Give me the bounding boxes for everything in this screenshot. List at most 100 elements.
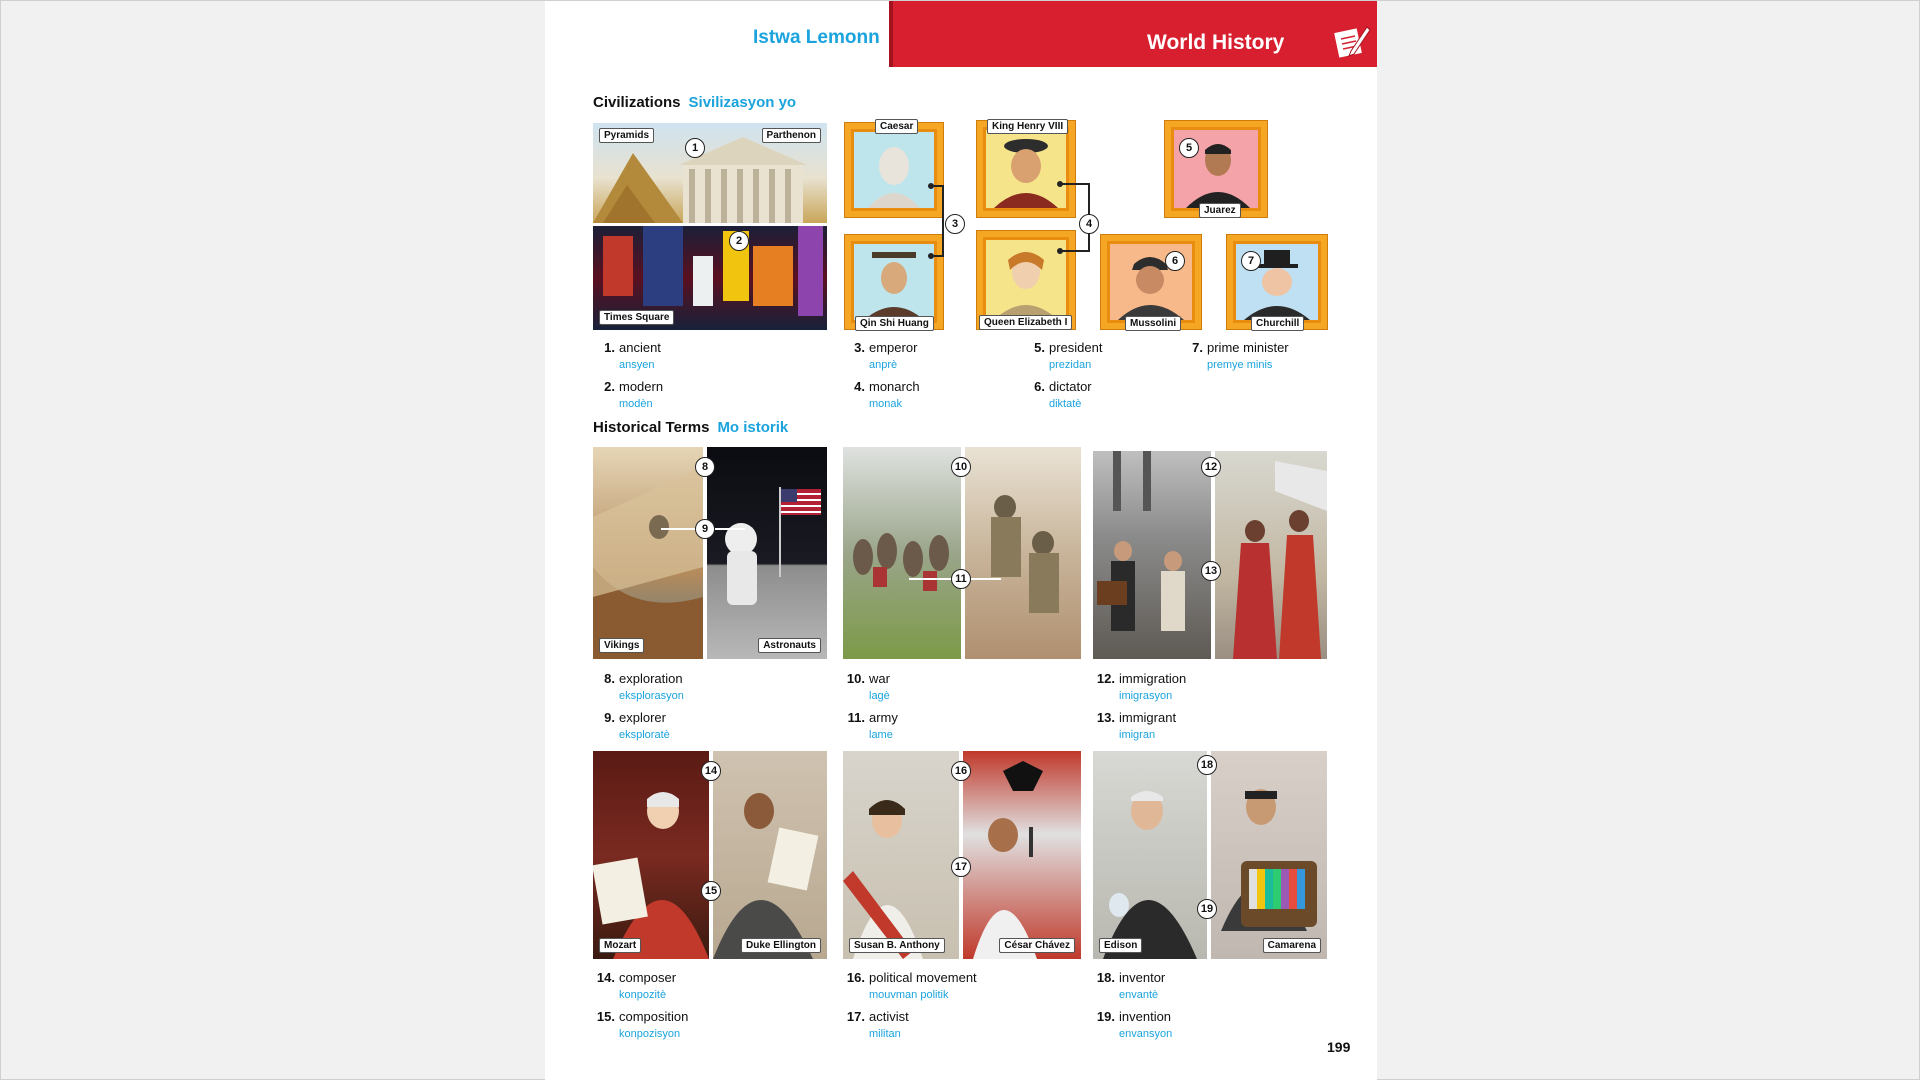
- label-churchill: Churchill: [1251, 316, 1305, 331]
- entry-number: 7.: [1192, 340, 1203, 355]
- entry-translation: modèn: [619, 398, 653, 410]
- vocab-entry-16: 16. political movement mouvman politik: [843, 970, 977, 1003]
- label-vikings: Vikings: [599, 638, 645, 653]
- callout-17: 17: [951, 857, 971, 877]
- document-viewer: Istwa Lemonn World History Civilizations…: [0, 0, 1920, 1080]
- vocab-entry-6: 6. dictator diktatè: [1023, 379, 1092, 412]
- chapter-title-translation: Istwa Lemonn: [753, 27, 880, 48]
- connector-line: [715, 528, 745, 530]
- vocab-entry-13: 13. immigrant imigran: [1093, 710, 1176, 743]
- vocab-entry-19: 19. invention envansyon: [1093, 1009, 1172, 1042]
- entry-translation: anprè: [869, 359, 898, 371]
- entry-translation: diktatè: [1049, 398, 1082, 410]
- label-cesar-chavez: César Chávez: [999, 938, 1075, 953]
- camarena-image: Camarena: [1211, 751, 1327, 959]
- entry-number: 18.: [1096, 970, 1115, 985]
- section-title-historical-terms: Historical Terms Mo istorik: [593, 419, 788, 436]
- ellington-illustration: [713, 793, 819, 959]
- vocab-entry-11: 11. army lame: [843, 710, 898, 743]
- camarena-tv-illustration: [1221, 789, 1317, 931]
- qin-illustration: [864, 252, 924, 320]
- entry-translation: lagè: [869, 690, 890, 702]
- portrait-frame-churchill: [1227, 235, 1327, 329]
- callout-7: 7: [1241, 251, 1261, 271]
- astronaut-illustration: [725, 487, 821, 605]
- entry-translation: ansyen: [619, 359, 655, 371]
- callout-11: 11: [951, 569, 971, 589]
- vocab-entry-4: 4. monarch monak: [843, 379, 920, 412]
- entry-translation: mouvman politik: [869, 989, 949, 1001]
- entry-word: ancient: [619, 340, 661, 355]
- entry-translation: envantè: [1119, 989, 1159, 1001]
- portrait-frame-mussolini: [1101, 235, 1201, 329]
- vocab-entry-10: 10. war lagè: [843, 671, 890, 704]
- caesar-bust-illustration: [868, 147, 920, 208]
- entry-number: 8.: [604, 671, 615, 686]
- vocab-entry-14: 14. composer konpozitè: [593, 970, 676, 1003]
- label-qin-shi-huang: Qin Shi Huang: [855, 316, 934, 331]
- page-number: 199: [1327, 1039, 1351, 1055]
- ancient-image: Pyramids Parthenon: [593, 123, 827, 223]
- connector-line: [909, 578, 951, 580]
- label-camarena: Camarena: [1262, 938, 1321, 953]
- entry-word: emperor: [869, 340, 918, 355]
- entry-translation: envansyon: [1119, 1028, 1173, 1040]
- entry-number: 17.: [846, 1009, 865, 1024]
- vocab-entry-5: 5. president prezidan: [1023, 340, 1102, 373]
- connector-line: [931, 255, 943, 257]
- textbook-page: Istwa Lemonn World History Civilizations…: [545, 1, 1377, 1080]
- connector-line: [1060, 250, 1090, 252]
- susan-anthony-image: Susan B. Anthony: [843, 751, 959, 959]
- portrait-frame-qin: [845, 235, 943, 329]
- vocab-entry-7: 7. prime minister premye minis: [1181, 340, 1288, 373]
- chavez-illustration: [973, 761, 1043, 959]
- modern-image: Times Square: [593, 226, 827, 330]
- entry-number: 10.: [846, 671, 865, 686]
- portrait-caesar: [854, 132, 934, 208]
- entry-translation: imigran: [1119, 729, 1156, 741]
- entry-translation: konpozisyon: [619, 1028, 681, 1040]
- entry-translation: monak: [869, 398, 903, 410]
- entry-word: activist: [869, 1009, 909, 1024]
- immigrants-ship-illustration: [1097, 451, 1185, 631]
- entry-word: composition: [619, 1009, 689, 1024]
- entry-number: 2.: [604, 379, 615, 394]
- entry-number: 3.: [854, 340, 865, 355]
- entry-word: president: [1049, 340, 1103, 355]
- entry-number: 1.: [604, 340, 615, 355]
- vocab-entry-12: 12. immigration imigrasyon: [1093, 671, 1186, 704]
- edison-image: Edison: [1093, 751, 1207, 959]
- duke-ellington-image: Duke Ellington: [713, 751, 827, 959]
- section-title-text: Civilizations: [593, 94, 681, 111]
- entry-translation: imigrasyon: [1119, 690, 1173, 702]
- entry-word: invention: [1119, 1009, 1172, 1024]
- label-susan-anthony: Susan B. Anthony: [849, 938, 945, 953]
- astronauts-image: Astronauts: [707, 447, 827, 659]
- army-image: [965, 447, 1081, 659]
- entry-word: dictator: [1049, 379, 1092, 394]
- chapter-title: World History: [1147, 31, 1285, 54]
- section-title-translation: Mo istorik: [717, 419, 789, 436]
- vocab-entry-18: 18. inventor envantè: [1093, 970, 1165, 1003]
- callout-4: 4: [1079, 214, 1099, 234]
- header-band: World History: [889, 1, 1377, 67]
- connector-line: [971, 578, 1001, 580]
- entry-number: 4.: [854, 379, 865, 394]
- entry-word: monarch: [869, 379, 920, 394]
- entry-word: immigration: [1119, 671, 1187, 686]
- callout-9: 9: [695, 519, 715, 539]
- section-title-civilizations: Civilizations Sivilizasyon yo: [593, 94, 796, 111]
- connector-line: [661, 528, 695, 530]
- entry-number: 9.: [604, 710, 615, 725]
- callout-19: 19: [1197, 899, 1217, 919]
- entry-translation: konpozitè: [619, 989, 667, 1001]
- battle-illustration: [853, 533, 949, 591]
- label-mozart: Mozart: [599, 938, 642, 953]
- callout-14: 14: [701, 761, 721, 781]
- section-title-translation: Sivilizasyon yo: [688, 94, 797, 111]
- entry-word: modern: [619, 379, 664, 394]
- portrait-king-henry: [986, 130, 1066, 208]
- cesar-chavez-image: César Chávez: [963, 751, 1081, 959]
- entry-number: 12.: [1096, 671, 1115, 686]
- label-astronauts: Astronauts: [758, 638, 821, 653]
